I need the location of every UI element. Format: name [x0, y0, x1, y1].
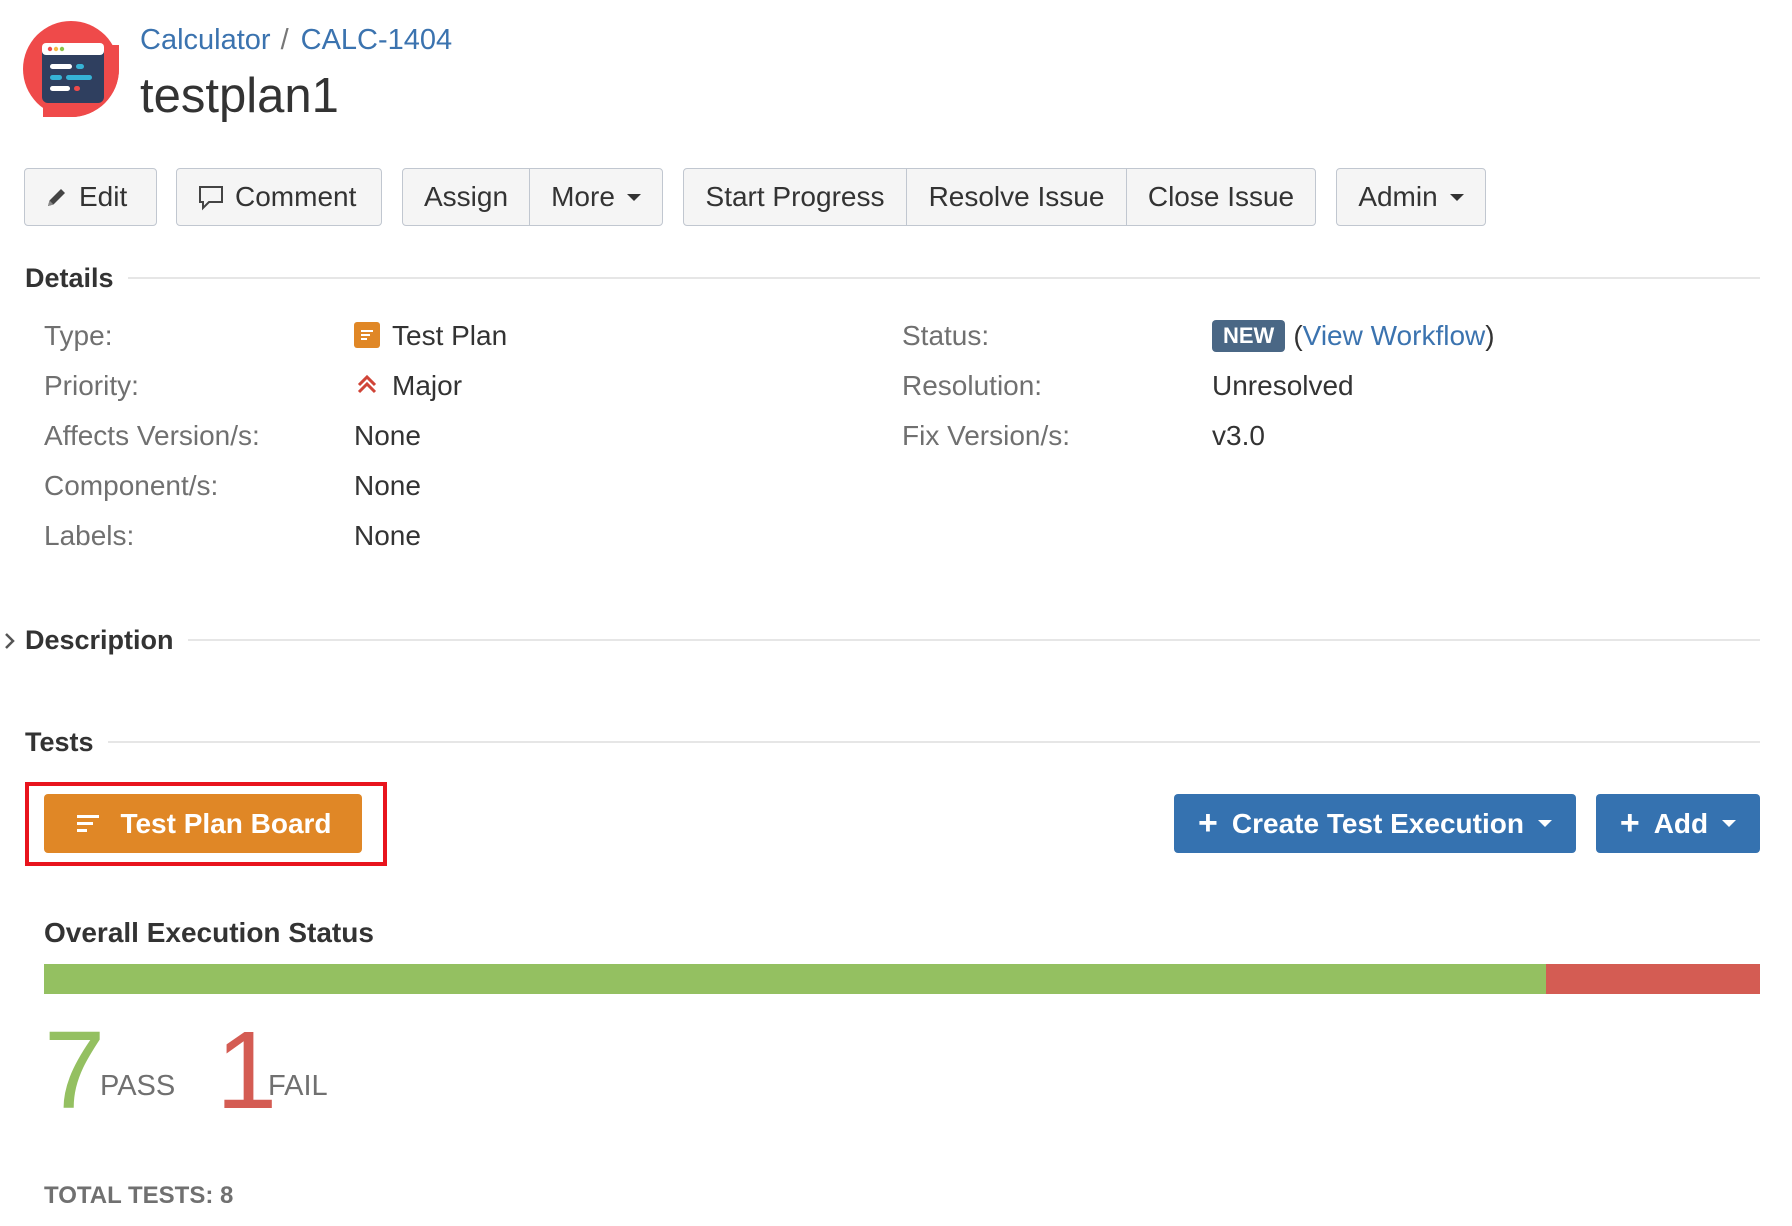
affects-versions-label: Affects Version/s:	[44, 420, 260, 451]
resolution-value: Unresolved	[1212, 370, 1354, 401]
comment-button[interactable]: Comment	[177, 169, 376, 225]
page-title: testplan1	[140, 69, 339, 123]
tests-heading-label: Tests	[25, 726, 94, 757]
chevron-down-icon	[626, 193, 641, 201]
tests-heading[interactable]: Tests	[25, 727, 1760, 757]
priority-major-icon	[357, 374, 377, 394]
assign-more-group: Assign More	[402, 168, 663, 226]
section-divider	[127, 277, 1760, 279]
breadcrumb-project-link[interactable]: Calculator	[140, 24, 271, 56]
pass-label: PASS	[100, 1070, 176, 1102]
fail-segment[interactable]	[1545, 964, 1760, 994]
board-icon	[77, 814, 100, 832]
status-value: NEW (View Workflow)	[1212, 320, 1495, 352]
comment-group: Comment	[176, 168, 382, 226]
status-close-paren: )	[1485, 320, 1495, 351]
assign-button[interactable]: Assign	[403, 169, 529, 225]
add-button-label: Add	[1653, 807, 1709, 839]
workflow-group: Start Progress Resolve Issue Close Issue	[683, 168, 1316, 226]
pass-segment[interactable]	[44, 964, 1546, 994]
view-workflow-link[interactable]: View Workflow	[1303, 320, 1486, 351]
edit-button-label: Edit	[79, 181, 128, 212]
breadcrumb-issue-link[interactable]: CALC-1404	[301, 24, 453, 56]
add-button[interactable]: + Add	[1596, 794, 1760, 853]
priority-value: Major	[354, 370, 462, 402]
affects-versions-value: None	[354, 420, 421, 451]
plus-icon: +	[1198, 804, 1218, 842]
app-logo	[23, 21, 119, 117]
close-issue-label: Close Issue	[1147, 181, 1295, 212]
status-label: Status:	[902, 320, 990, 351]
details-heading-label: Details	[25, 262, 114, 293]
components-value: None	[354, 470, 421, 501]
total-tests: TOTAL TESTS: 8	[44, 1182, 234, 1209]
start-progress-button[interactable]: Start Progress	[684, 169, 906, 225]
chevron-down-icon	[1537, 820, 1552, 827]
admin-group: Admin	[1336, 168, 1486, 226]
section-divider	[107, 741, 1760, 743]
type-label: Type:	[44, 320, 113, 351]
plus-icon: +	[1619, 804, 1640, 842]
details-heading[interactable]: Details	[25, 263, 1760, 293]
execution-progress-bar	[44, 964, 1760, 994]
description-heading[interactable]: Description	[25, 625, 1760, 655]
labels-value: None	[354, 520, 421, 551]
priority-label: Priority:	[44, 370, 139, 401]
section-divider	[187, 639, 1760, 641]
chevron-right-icon[interactable]	[3, 631, 17, 657]
pencil-icon	[48, 189, 65, 206]
edit-button[interactable]: Edit	[25, 169, 147, 225]
create-test-execution-label: Create Test Execution	[1231, 807, 1524, 839]
type-value-text: Test Plan	[392, 320, 508, 351]
fix-version-link[interactable]: v3.0	[1212, 420, 1265, 452]
pass-count: 7	[44, 1009, 106, 1132]
resolve-issue-button[interactable]: Resolve Issue	[906, 169, 1126, 225]
breadcrumb: Calculator / CALC-1404	[140, 24, 452, 57]
chevron-down-icon	[1449, 193, 1464, 201]
admin-dropdown-label: Admin	[1358, 181, 1438, 212]
resolution-label: Resolution:	[902, 370, 1043, 401]
breadcrumb-separator: /	[280, 24, 289, 56]
edit-group: Edit	[24, 168, 157, 226]
comment-button-label: Comment	[235, 181, 357, 212]
execution-status-title: Overall Execution Status	[44, 917, 374, 948]
assign-button-label: Assign	[423, 181, 509, 212]
test-plan-board-label: Test Plan Board	[120, 807, 332, 839]
fix-versions-label: Fix Version/s:	[902, 420, 1071, 451]
priority-value-text: Major	[392, 370, 463, 401]
description-heading-label: Description	[25, 624, 174, 655]
more-dropdown[interactable]: More	[529, 169, 662, 225]
speech-bubble-icon	[199, 186, 223, 211]
test-plan-board-button[interactable]: Test Plan Board	[44, 794, 362, 853]
create-test-execution-button[interactable]: + Create Test Execution	[1174, 794, 1576, 853]
start-progress-label: Start Progress	[705, 181, 885, 212]
type-value: Test Plan	[354, 320, 507, 352]
close-issue-button[interactable]: Close Issue	[1126, 169, 1315, 225]
more-dropdown-label: More	[551, 181, 615, 212]
status-badge: NEW	[1212, 320, 1286, 352]
labels-label: Labels:	[44, 520, 135, 551]
fail-label: FAIL	[268, 1070, 328, 1102]
chevron-down-icon	[1722, 820, 1737, 827]
admin-dropdown[interactable]: Admin	[1337, 169, 1485, 225]
status-open-paren: (	[1293, 320, 1303, 351]
resolve-issue-label: Resolve Issue	[928, 181, 1105, 212]
test-plan-icon	[354, 322, 380, 348]
components-label: Component/s:	[44, 470, 219, 501]
